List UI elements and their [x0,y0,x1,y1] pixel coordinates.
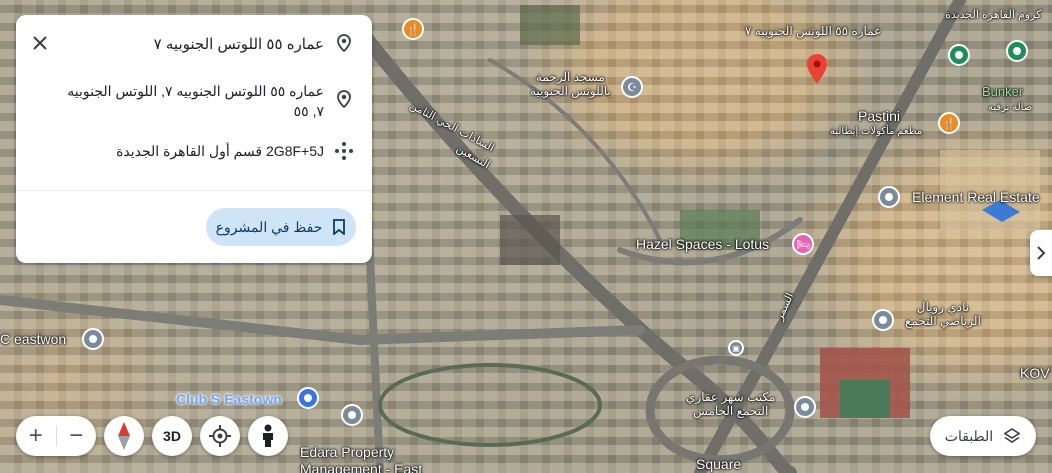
eastwon-label[interactable]: C eastwon [0,331,66,347]
compass-icon [118,422,130,450]
place-icon[interactable] [794,396,816,418]
restaurant-icon[interactable]: 🍴 [402,18,424,40]
park-icon[interactable] [948,44,970,66]
crosshair-icon [209,425,231,447]
place-address: عماره ٥٥ اللوتس الجنوبيه ٧, اللوتس الجنو… [67,83,324,119]
bookmark-icon [333,219,346,235]
layers-label: الطبقات [944,427,994,444]
place-card: عماره ٥٥ اللوتس الجنوبيه ٧ عماره ٥٥ اللو… [16,15,372,263]
plus-code-icon [334,141,354,161]
expand-panel-button[interactable] [1030,230,1052,276]
chevron-right-icon [1037,246,1046,260]
layers-icon [1003,428,1021,443]
save-button-label: حفظ في المشروع [215,218,323,235]
square-label: Square [696,456,742,472]
layers-button[interactable]: الطبقات [930,416,1036,456]
kov-label: KOV [1020,365,1050,381]
divider [16,190,372,191]
hotel-icon[interactable]: 🛏 [792,233,814,255]
place-icon[interactable] [878,186,900,208]
edara-label-2: Management - East [300,461,423,473]
street-view-button[interactable] [248,416,288,456]
hazel-spaces-label[interactable]: Hazel Spaces - Lotus [636,236,769,252]
park-icon[interactable] [1006,40,1028,62]
bunker-sub-label: صالة ترفيه [988,102,1033,113]
club-icon[interactable] [297,387,319,409]
selected-place-label[interactable]: عماره ٥٥ اللوتس الجنوبيه ٧ [745,24,881,38]
mosque-icon[interactable]: ☪ [621,76,643,98]
bunker-label[interactable]: Bunker [982,84,1023,99]
mosque-label[interactable]: مسجد الرحمة باللوتس الجنوبية [530,70,611,98]
cairo-top-label: كروم القاهرة الجديدة [945,9,1042,21]
element-real-estate-label[interactable]: Element Real Estate [912,189,1040,205]
pastini-label[interactable]: Pastini [858,108,900,124]
selected-place-pin[interactable] [807,54,827,84]
location-pin-icon [334,89,354,109]
plus-code: 2G8F+5J قسم أول القاهرة الجديدة [116,143,324,159]
pegman-icon [263,424,273,447]
royal-club-label[interactable]: نادي رويال الرياضي التجمع [905,300,981,328]
close-icon[interactable] [30,33,50,53]
restaurant-icon[interactable]: 🍴 [938,112,960,134]
bus-icon[interactable]: ▣ [728,340,744,356]
zoom-controls: + − [16,416,96,456]
compass-button[interactable] [104,416,144,456]
my-location-button[interactable] [200,416,240,456]
real-estate-office-label[interactable]: مكتب شهر عقاري التجمع الخامس [686,390,775,418]
edara-label[interactable]: Edara Property [300,444,394,460]
pastini-sub-label: مطعم مأكولات إيطالية [830,126,923,137]
club-label[interactable]: Club S Eastown [176,391,282,407]
place-icon[interactable] [872,309,894,331]
place-icon[interactable] [341,404,363,426]
place-icon[interactable] [82,328,104,350]
save-button[interactable]: حفظ في المشروع [206,208,356,246]
3d-button[interactable]: 3D [152,416,192,456]
zoom-out-button[interactable]: − [57,416,97,456]
zoom-in-button[interactable]: + [16,416,56,456]
location-pin-icon [334,33,354,53]
place-title: عماره ٥٥ اللوتس الجنوبيه ٧ [153,36,324,53]
